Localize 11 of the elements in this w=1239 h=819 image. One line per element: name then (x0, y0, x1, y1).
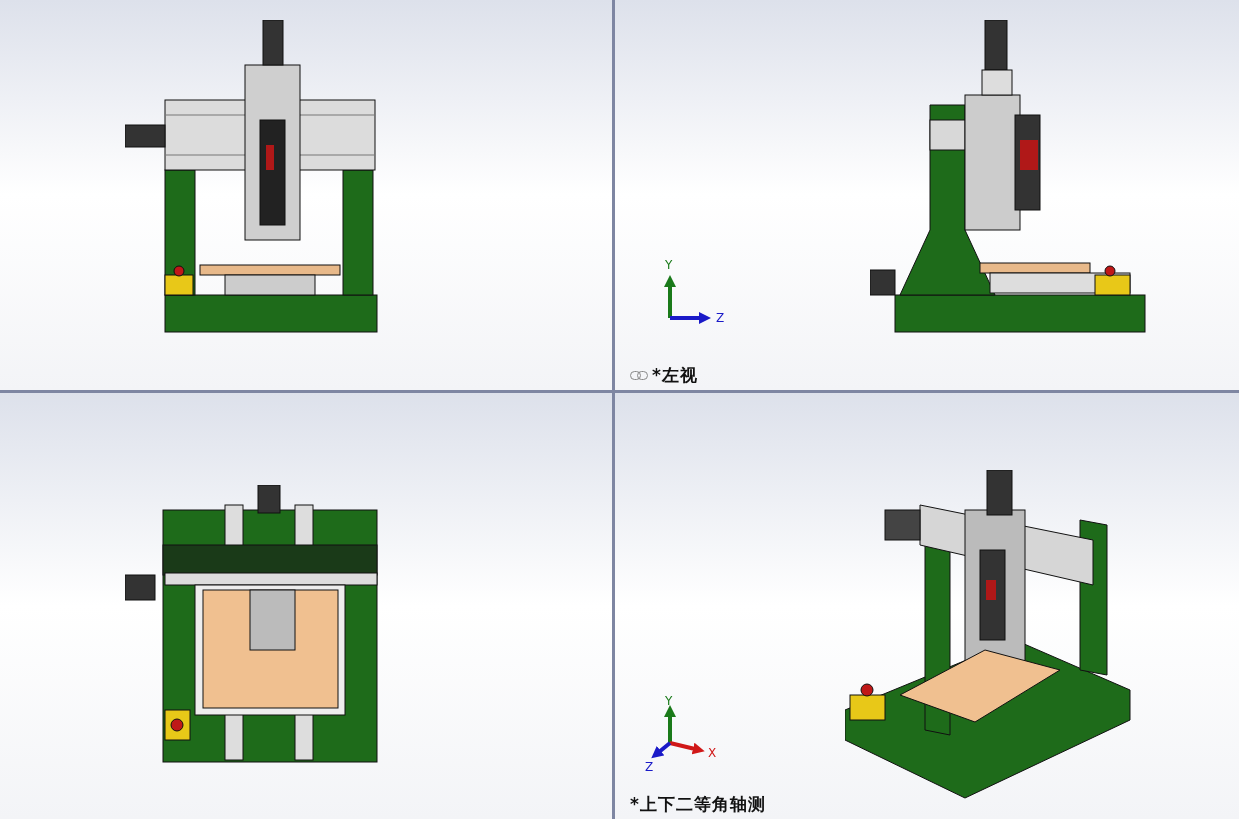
axis-label: Z (716, 311, 725, 325)
axis-label: Y (665, 258, 673, 272)
view-name: *上下二等角轴测 (630, 792, 766, 816)
view-name: *左视 (652, 363, 698, 387)
axis-label: Y (665, 694, 673, 708)
viewport[interactable] (0, 393, 612, 819)
axis-label: X (708, 746, 717, 760)
axis-label: Z (645, 760, 654, 774)
viewport[interactable]: Y Z *左视 (615, 0, 1239, 390)
viewport[interactable] (0, 0, 612, 390)
viewport[interactable]: Y X Z *上下二等角轴测 (615, 393, 1239, 819)
